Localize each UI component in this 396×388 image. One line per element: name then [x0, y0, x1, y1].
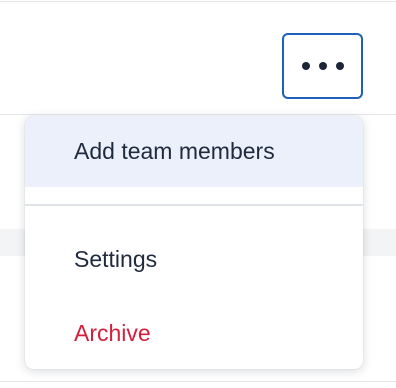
- menu-item-label: Add team members: [74, 138, 275, 164]
- menu-divider: [25, 204, 363, 206]
- more-horizontal-icon-dot: [318, 62, 327, 70]
- top-border: [0, 1, 396, 2]
- menu-item-add-team-members[interactable]: Add team members: [25, 116, 363, 187]
- more-options-button[interactable]: [282, 33, 363, 99]
- more-horizontal-icon-dot: [301, 62, 310, 70]
- menu-item-label: Archive: [74, 319, 151, 346]
- header-divider: [0, 114, 396, 115]
- more-horizontal-icon-dot: [335, 62, 344, 70]
- menu-item-label: Settings: [74, 245, 158, 272]
- menu-item-archive[interactable]: Archive: [25, 312, 363, 354]
- menu-item-settings[interactable]: Settings: [25, 238, 363, 280]
- row-divider: [0, 381, 396, 382]
- options-dropdown-menu: Add team members Settings Archive: [25, 116, 363, 369]
